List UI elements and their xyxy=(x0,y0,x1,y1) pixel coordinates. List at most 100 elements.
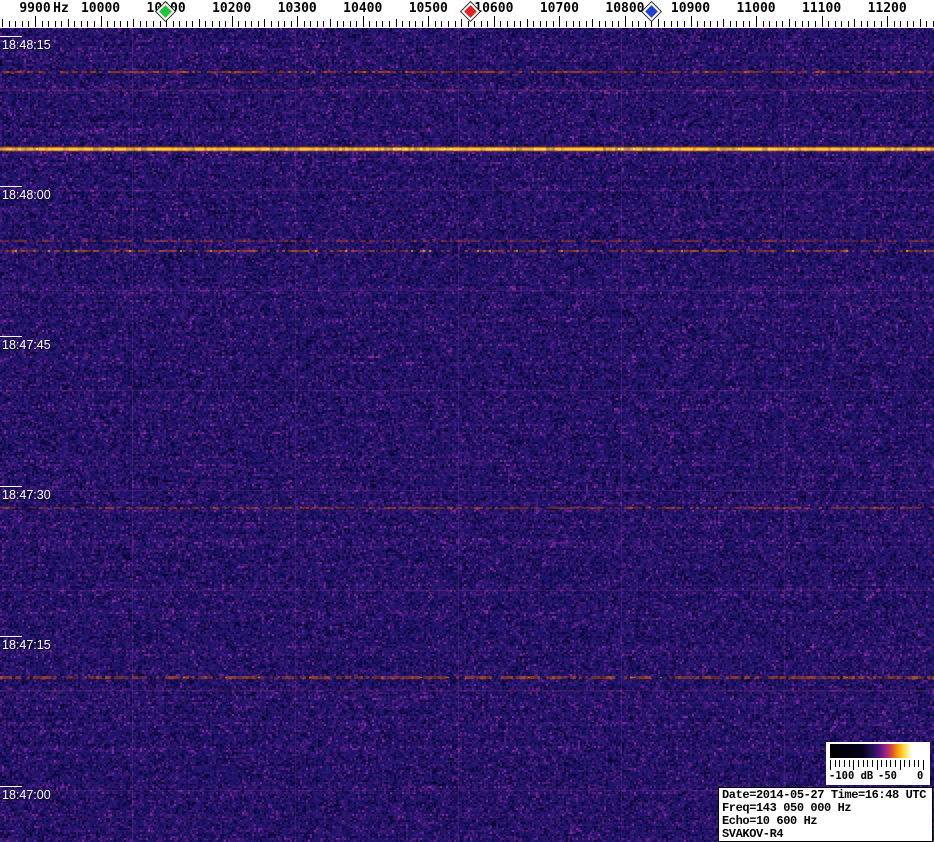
legend-tick xyxy=(904,760,905,767)
legend-tick xyxy=(877,760,878,770)
waterfall-display xyxy=(0,28,934,842)
time-tick xyxy=(0,786,22,787)
ruler-tick xyxy=(835,21,836,27)
ruler-tick xyxy=(677,21,678,27)
ruler-tick xyxy=(28,21,29,27)
ruler-tick xyxy=(710,21,711,27)
legend-tick xyxy=(863,760,864,767)
ruler-tick xyxy=(507,21,508,27)
legend-tick xyxy=(867,760,868,767)
ruler-tick xyxy=(802,21,803,27)
ruler-tick xyxy=(323,21,324,27)
ruler-tick xyxy=(514,21,515,27)
ruler-tick xyxy=(854,19,855,27)
ruler-tick xyxy=(55,21,56,27)
ruler-tick xyxy=(87,21,88,27)
ruler-tick xyxy=(664,21,665,27)
ruler-label: 10200 xyxy=(212,1,251,16)
legend-tick xyxy=(909,760,910,767)
ruler-tick xyxy=(160,21,161,27)
ruler-tick xyxy=(592,19,593,27)
ruler-tick xyxy=(435,21,436,27)
ruler-label: 10300 xyxy=(278,1,317,16)
ruler-tick xyxy=(579,21,580,27)
ruler-tick xyxy=(500,21,501,27)
ruler-tick xyxy=(828,21,829,27)
time-label: 18:47:45 xyxy=(2,338,51,352)
ruler-tick xyxy=(245,21,246,27)
ruler-tick xyxy=(776,21,777,27)
ruler-tick xyxy=(133,19,134,27)
blue-diamond-marker[interactable] xyxy=(642,2,660,20)
ruler-tick xyxy=(304,21,305,27)
ruler-tick xyxy=(127,21,128,27)
ruler-label: 11000 xyxy=(736,1,775,16)
ruler-tick xyxy=(743,21,744,27)
ruler-tick xyxy=(815,21,816,27)
time-label: 18:48:15 xyxy=(2,38,51,52)
time-label: 18:47:00 xyxy=(2,788,51,802)
legend-tick xyxy=(830,760,831,770)
ruler-tick xyxy=(284,21,285,27)
ruler-tick xyxy=(881,21,882,27)
ruler-tick xyxy=(874,21,875,27)
ruler-tick xyxy=(192,21,193,27)
ruler-tick xyxy=(926,21,927,27)
legend-tick xyxy=(844,760,845,767)
ruler-tick xyxy=(867,21,868,27)
ruler-tick xyxy=(120,21,121,27)
time-tick xyxy=(0,336,22,337)
ruler-tick xyxy=(94,21,95,27)
ruler-tick xyxy=(848,21,849,27)
ruler-tick xyxy=(278,21,279,27)
ruler-tick xyxy=(638,21,639,27)
ruler-tick xyxy=(42,21,43,27)
ruler-tick xyxy=(258,21,259,27)
ruler-tick xyxy=(573,21,574,27)
ruler-label: 10600 xyxy=(474,1,513,16)
time-label: 18:47:15 xyxy=(2,638,51,652)
ruler-tick xyxy=(697,21,698,27)
ruler-tick xyxy=(146,21,147,27)
ruler-tick xyxy=(409,21,410,27)
time-label: 18:48:00 xyxy=(2,188,51,202)
ruler-tick xyxy=(782,21,783,27)
legend-tick xyxy=(918,760,919,767)
ruler-tick xyxy=(35,16,36,27)
ruler-tick xyxy=(363,16,364,27)
ruler-tick xyxy=(474,21,475,27)
ruler-tick xyxy=(861,21,862,27)
ruler-tick xyxy=(632,21,633,27)
ruler-label: 10400 xyxy=(343,1,382,16)
ruler-label: 10500 xyxy=(409,1,448,16)
ruler-label: 11200 xyxy=(868,1,907,16)
ruler-label: 9900 xyxy=(19,1,50,16)
ruler-tick xyxy=(232,16,233,27)
ruler-tick xyxy=(658,19,659,27)
ruler-tick xyxy=(186,21,187,27)
ruler-tick xyxy=(74,21,75,27)
ruler-tick xyxy=(205,21,206,27)
ruler-tick xyxy=(704,21,705,27)
frequency-ruler: Hz 9900100001010010200103001040010500106… xyxy=(0,0,934,28)
legend-tick xyxy=(914,760,915,767)
ruler-tick xyxy=(2,19,3,27)
ruler-tick xyxy=(763,21,764,27)
ruler-tick xyxy=(389,21,390,27)
ruler-tick xyxy=(199,19,200,27)
ruler-tick xyxy=(684,21,685,27)
ruler-tick xyxy=(22,21,23,27)
ruler-tick xyxy=(625,16,626,27)
legend-tick xyxy=(849,760,850,767)
legend-tick xyxy=(858,760,859,767)
ruler-tick xyxy=(251,21,252,27)
time-tick xyxy=(0,636,22,637)
ruler-tick xyxy=(481,21,482,27)
ruler-tick xyxy=(645,21,646,27)
ruler-tick xyxy=(894,21,895,27)
ruler-tick xyxy=(396,19,397,27)
ruler-label: 10000 xyxy=(81,1,120,16)
ruler-tick xyxy=(61,21,62,27)
ruler-tick xyxy=(671,21,672,27)
ruler-tick xyxy=(461,19,462,27)
